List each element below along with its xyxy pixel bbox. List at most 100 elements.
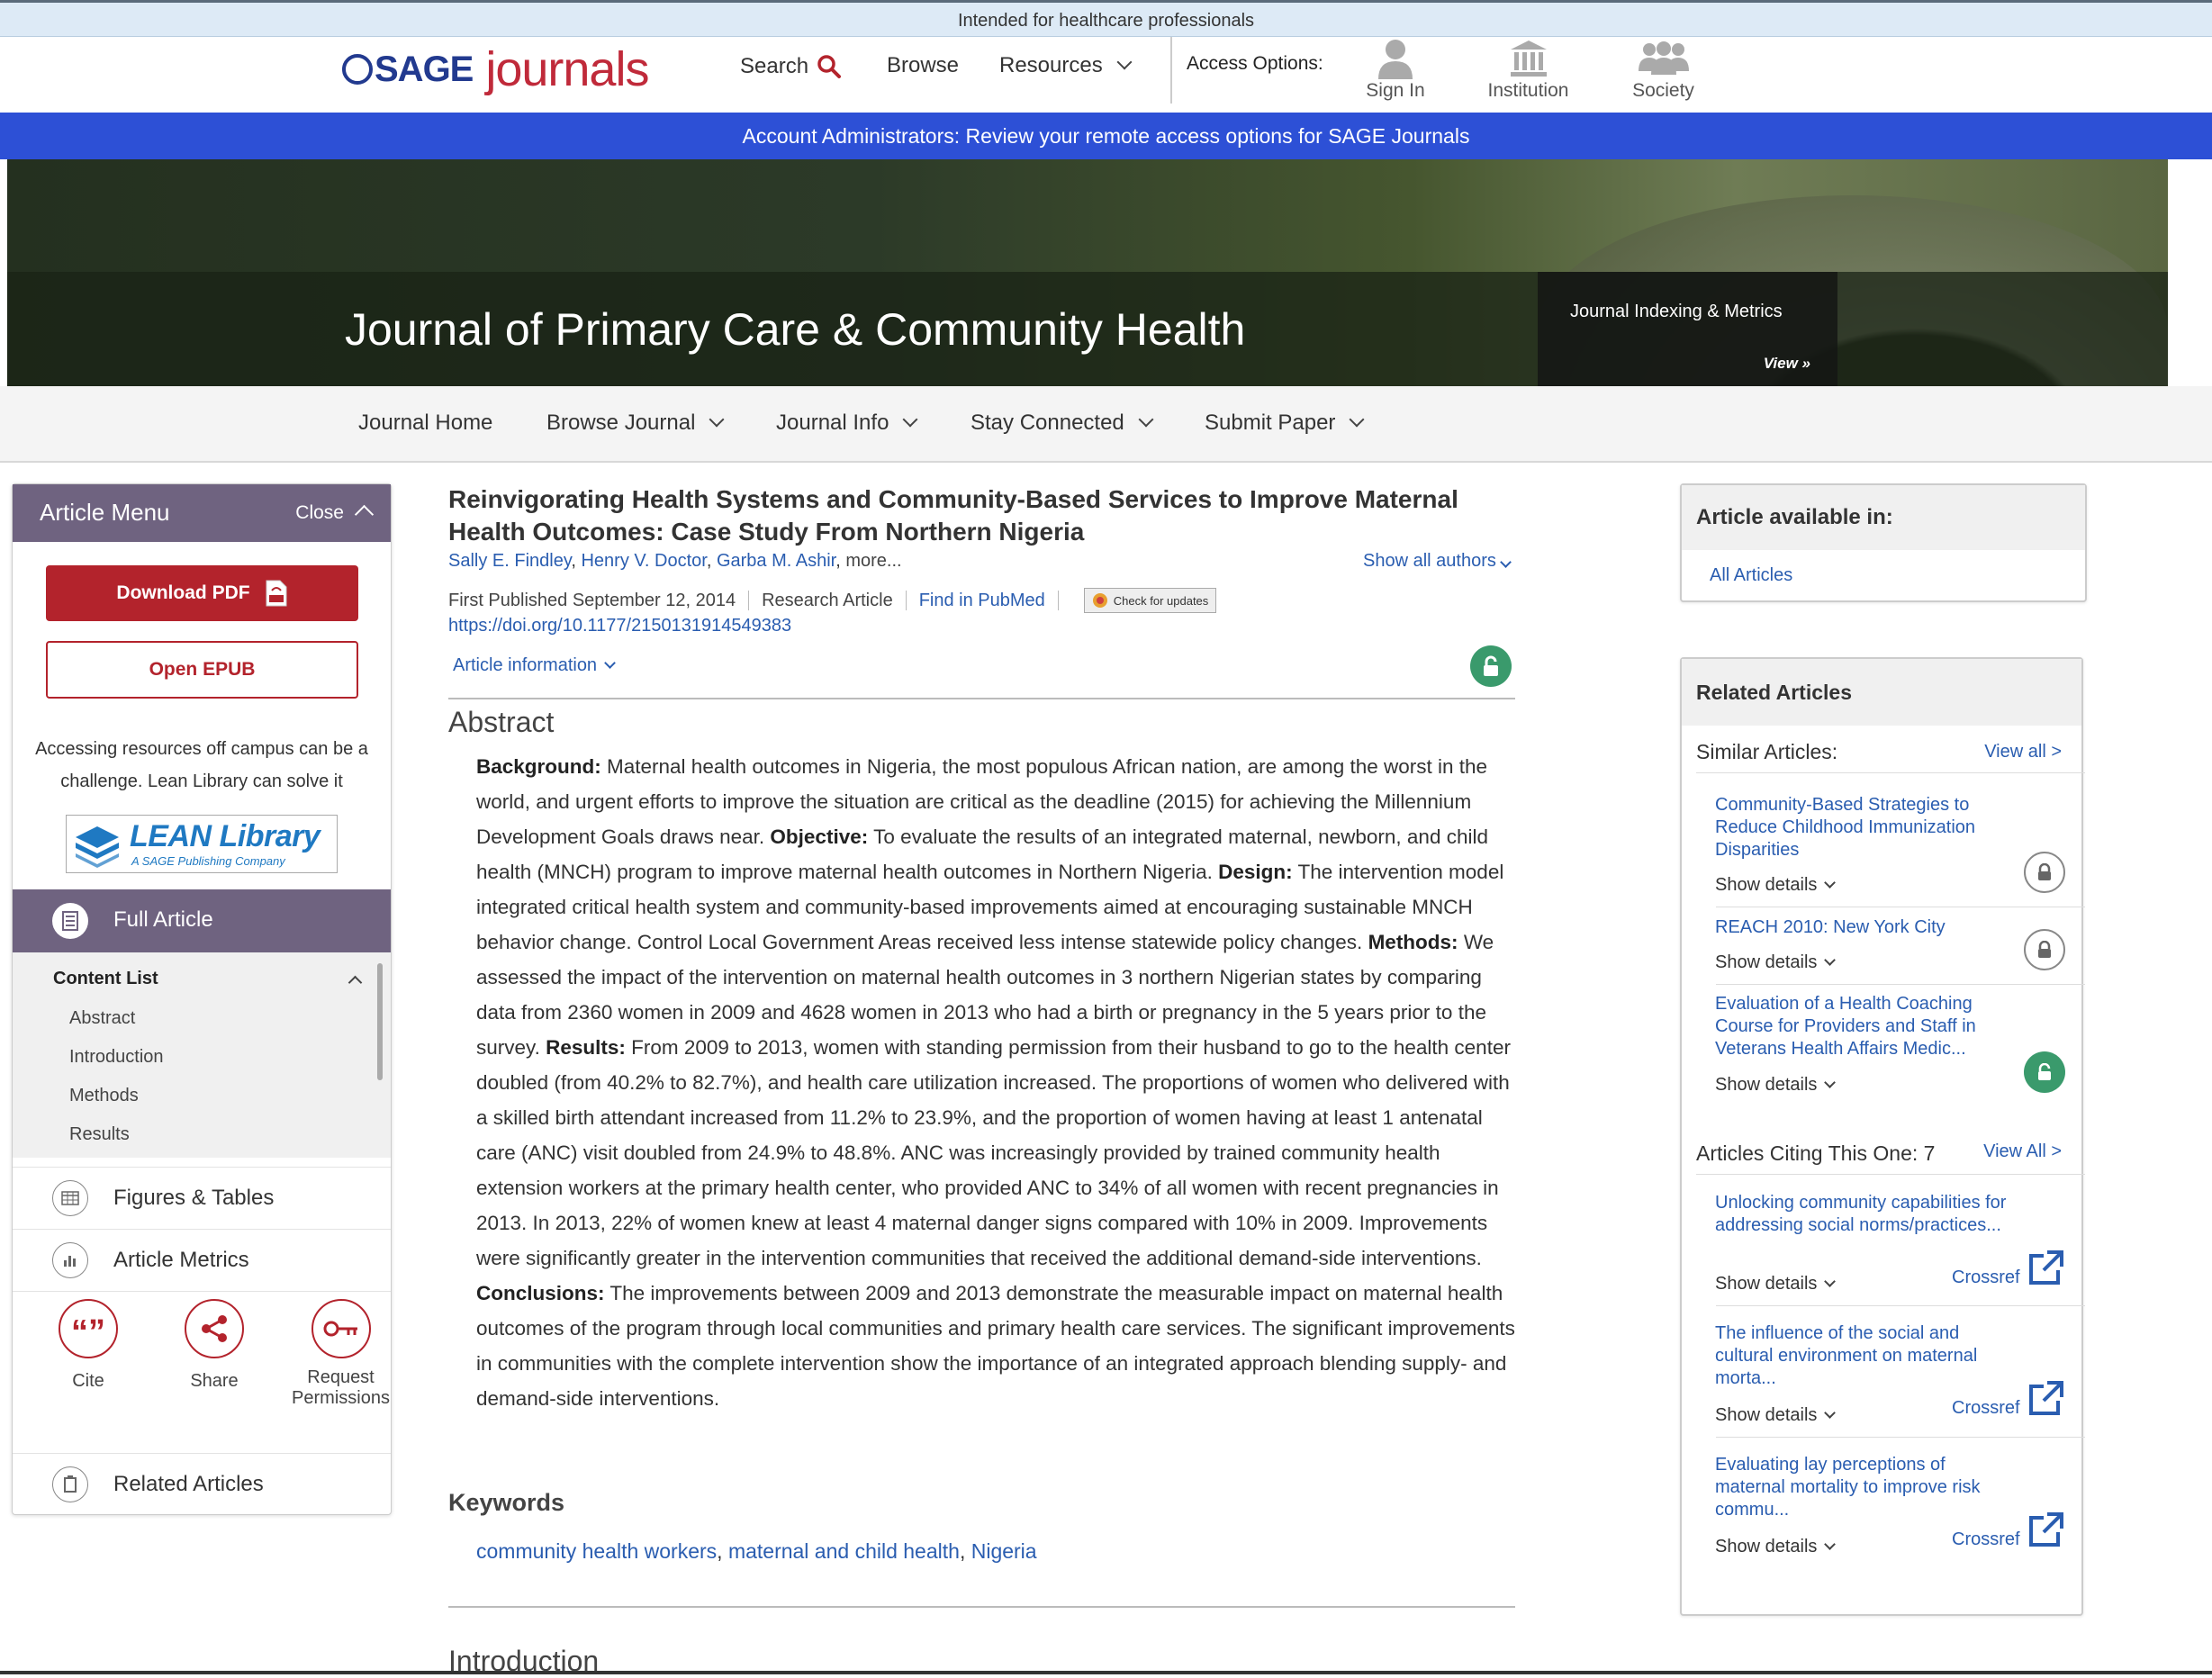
open-access-lock-icon [1470,645,1512,687]
article-menu-title: Article Menu [40,499,170,526]
similar-article-link[interactable]: Community-Based Strategies to Reduce Chi… [1715,794,2012,862]
full-article-item[interactable]: Full Article [13,889,391,952]
chevron-down-icon [1824,877,1837,889]
journal-title[interactable]: Journal of Primary Care & Community Heal… [345,303,1245,356]
browse-nav[interactable]: Browse [887,53,959,78]
request-permissions-button[interactable]: Request Permissions [280,1299,402,1409]
document-icon [52,903,88,939]
related-articles-item[interactable]: Related Articles [13,1453,391,1514]
content-item-methods[interactable]: Methods [69,1086,139,1106]
share-button[interactable]: Share [165,1299,264,1392]
content-list-heading[interactable]: Content List [53,969,158,989]
journal-metrics-box[interactable]: Journal Indexing & Metrics View » [1538,272,1837,386]
figures-tables-item[interactable]: Figures & Tables [13,1167,391,1228]
abstract-label-methods: Methods: [1368,931,1458,953]
show-details-toggle[interactable]: Show details [1715,875,1837,896]
chevron-down-icon [1824,1538,1837,1550]
show-details-toggle[interactable]: Show details [1715,1405,1837,1426]
download-pdf-button[interactable]: Download PDF [46,565,358,621]
similar-article-link[interactable]: REACH 2010: New York City [1715,916,2012,939]
lean-library-logo[interactable]: LEAN Library A SAGE Publishing Company [66,815,338,873]
show-details-toggle[interactable]: Show details [1715,1274,1837,1295]
article-menu-header: Article Menu Close [13,484,391,542]
doi-link[interactable]: https://doi.org/10.1177/2150131914549383 [448,616,791,636]
sign-in-button[interactable]: Sign In [1359,37,1431,102]
journal-subnav: Journal Home Browse Journal Journal Info… [0,386,2212,463]
similar-articles-label: Similar Articles: [1696,740,1838,763]
show-details-toggle[interactable]: Show details [1715,1537,1837,1557]
chevron-down-icon [1824,954,1837,966]
show-details-toggle[interactable]: Show details [1715,1075,1837,1096]
crossref-label: Crossref [1952,1268,2020,1287]
keyword-link[interactable]: maternal and child health [728,1539,960,1563]
citing-article-link[interactable]: Unlocking community capabilities for add… [1715,1192,2012,1237]
show-details-label: Show details [1715,1274,1818,1294]
chevron-down-icon [1824,1077,1837,1088]
keyword-link[interactable]: Nigeria [971,1539,1037,1563]
institution-icon [1502,37,1556,80]
browse-journal-menu[interactable]: Browse Journal [546,410,725,436]
divider [1696,772,2085,773]
citing-view-all-link[interactable]: View All > [1983,1141,2062,1162]
crossref-label: Crossref [1952,1398,2020,1418]
crossref-link[interactable]: Crossref [1952,1511,2065,1550]
close-menu-button[interactable]: Close [295,502,344,524]
external-link-icon [2028,1512,2063,1547]
journal-home-link[interactable]: Journal Home [358,410,492,436]
download-pdf-label: Download PDF [116,582,250,603]
abstract-label-design: Design: [1218,861,1293,883]
search-nav[interactable]: Search [740,53,843,80]
more-authors[interactable]: more... [845,551,901,571]
article-menu: Article Menu Close Download PDF Open EPU… [12,483,392,1515]
similar-view-all-link[interactable]: View all > [1984,742,2062,762]
open-epub-button[interactable]: Open EPUB [46,641,358,699]
chevron-down-icon [1138,411,1154,428]
content-list-scrollbar[interactable] [377,963,383,1080]
chevron-up-icon[interactable] [354,504,375,525]
article-available-panel: Article available in: All Articles [1680,483,2087,602]
stay-connected-menu[interactable]: Stay Connected [971,410,1154,436]
content-item-results[interactable]: Results [69,1124,130,1145]
article-available-title: Article available in: [1682,485,2085,550]
healthcare-notice: Intended for healthcare professionals [0,0,2212,37]
article-type: Research Article [762,590,893,610]
content-item-introduction[interactable]: Introduction [69,1047,164,1068]
institution-button[interactable]: Institution [1476,37,1580,102]
article-metrics-item[interactable]: Article Metrics [13,1229,391,1290]
access-options-label: Access Options: [1187,53,1323,74]
author-link[interactable]: Garba M. Ashir [717,551,835,571]
admin-banner[interactable]: Account Administrators: Review your remo… [0,113,2212,159]
check-for-updates-button[interactable]: Check for updates [1083,588,1217,613]
author-link[interactable]: Sally E. Findley [448,551,571,571]
metrics-view-link[interactable]: View » [1764,355,1810,373]
sage-journals-logo[interactable]: SAGE journals [342,42,649,96]
open-lock-icon [2024,1051,2065,1093]
find-in-pubmed-link[interactable]: Find in PubMed [919,591,1045,611]
show-details-toggle[interactable]: Show details [1715,952,1837,973]
quote-icon: “” [59,1299,118,1358]
crossref-link[interactable]: Crossref [1952,1379,2065,1419]
check-for-updates-label: Check for updates [1113,593,1209,608]
cite-button[interactable]: “” Cite [39,1299,138,1392]
figures-tables-label: Figures & Tables [113,1186,275,1210]
header-divider [1170,37,1172,104]
show-details-label: Show details [1715,875,1818,895]
lock-icon [2024,852,2065,893]
journal-info-menu[interactable]: Journal Info [776,410,918,436]
show-all-authors-button[interactable]: Show all authors [1363,551,1512,572]
keyword-link[interactable]: community health workers [476,1539,717,1563]
chevron-up-icon[interactable] [348,975,363,990]
content-item-abstract[interactable]: Abstract [69,1008,135,1029]
article-information-toggle[interactable]: Article information [453,655,616,676]
abstract-label-conclusions: Conclusions: [476,1282,605,1304]
abstract-text: Background: Maternal health outcomes in … [476,749,1521,1416]
submit-paper-menu[interactable]: Submit Paper [1205,410,1365,436]
author-link[interactable]: Henry V. Doctor [581,551,706,571]
crossmark-icon [1092,593,1107,608]
society-button[interactable]: Society [1625,37,1702,102]
chevron-down-icon [1116,54,1133,70]
all-articles-link[interactable]: All Articles [1710,564,1792,587]
resources-nav[interactable]: Resources [999,53,1133,78]
crossref-link[interactable]: Crossref [1952,1249,2065,1288]
similar-article-link[interactable]: Evaluation of a Health Coaching Course f… [1715,993,2012,1060]
